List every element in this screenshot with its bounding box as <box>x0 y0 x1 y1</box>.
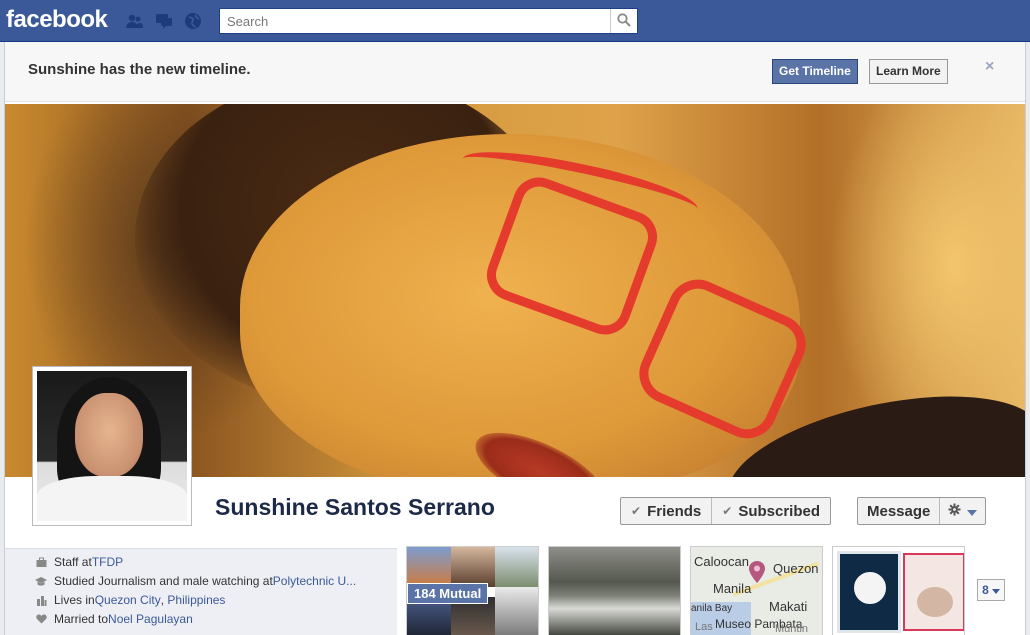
education-link[interactable]: Polytechnic U... <box>273 574 356 588</box>
subscribed-button-label: Subscribed <box>738 502 820 520</box>
map-pin-icon <box>749 561 765 586</box>
map-label-muntin: Muntin <box>775 623 809 635</box>
mutual-friends-count: 184 Mutual <box>407 583 489 604</box>
message-button-group: Message <box>857 497 987 525</box>
map-label-manila: Manila <box>713 581 752 596</box>
more-tiles-button[interactable]: 8 <box>977 579 1005 601</box>
notifications-globe-icon[interactable] <box>183 12 203 30</box>
city-link[interactable]: Quezon City <box>95 593 161 607</box>
messages-jewel-icon[interactable] <box>154 12 174 30</box>
likes-tile[interactable] <box>832 546 965 635</box>
friends-tile[interactable]: 184 Mutual <box>406 546 539 635</box>
work-link[interactable]: TFDP <box>92 555 123 569</box>
search-input[interactable] <box>220 9 610 33</box>
search-icon <box>617 12 631 30</box>
map-label-makati: Makati <box>769 599 808 614</box>
relationship-button-group: ✔ Friends ✔ Subscribed <box>620 497 831 525</box>
map-tile[interactable]: Caloocan Quezon Manila Makati anila Bay … <box>690 546 823 635</box>
location-prefix: Lives in <box>54 593 95 607</box>
message-button[interactable]: Message <box>858 498 939 524</box>
timeline-banner: Sunshine has the new timeline. Get Timel… <box>5 42 1025 102</box>
profile-picture[interactable] <box>32 366 192 526</box>
profile-name[interactable]: Sunshine Santos Serrano <box>215 494 495 521</box>
check-icon: ✔ <box>631 504 642 518</box>
map-label-las: Las <box>695 621 713 633</box>
spouse-link[interactable]: Noel Pagulayan <box>108 612 193 626</box>
map-label-caloocan: Caloocan <box>694 554 749 569</box>
friends-button-label: Friends <box>647 502 702 520</box>
photos-tile[interactable] <box>548 546 681 635</box>
check-icon: ✔ <box>722 504 733 518</box>
chevron-down-icon <box>991 583 1000 597</box>
close-icon[interactable]: × <box>985 58 994 76</box>
map-label-manila-bay: anila Bay <box>691 603 733 614</box>
graduation-icon <box>35 575 47 587</box>
home-icon <box>35 594 47 606</box>
facebook-logo[interactable]: facebook <box>6 6 108 34</box>
search-box <box>219 8 638 34</box>
gear-icon <box>948 503 961 520</box>
country-link[interactable]: Philippines <box>167 593 225 607</box>
work-info: Staff at TFDP <box>35 555 123 569</box>
location-separator: , <box>160 593 168 607</box>
relationship-prefix: Married to <box>54 612 109 626</box>
subscribed-button[interactable]: ✔ Subscribed <box>711 498 830 524</box>
location-info: Lives in Quezon City , Philippines <box>35 593 225 607</box>
chevron-down-icon <box>967 503 978 520</box>
learn-more-button[interactable]: Learn More <box>869 59 948 84</box>
banner-text: Sunshine has the new timeline. <box>28 61 251 78</box>
top-navigation-bar: facebook <box>0 0 1030 42</box>
settings-dropdown-button[interactable] <box>939 498 985 524</box>
map-label-quezon: Quezon <box>773 561 819 576</box>
get-timeline-button[interactable]: Get Timeline <box>772 59 858 84</box>
heart-icon <box>35 613 47 625</box>
friends-jewel-icon[interactable] <box>124 12 144 30</box>
more-tiles-count: 8 <box>982 583 989 597</box>
briefcase-icon <box>35 556 47 568</box>
profile-page: Sunshine has the new timeline. Get Timel… <box>4 42 1026 635</box>
relationship-info: Married to Noel Pagulayan <box>35 612 193 626</box>
friends-button[interactable]: ✔ Friends <box>621 498 711 524</box>
search-button[interactable] <box>610 9 637 33</box>
work-prefix: Staff at <box>54 555 92 569</box>
education-info: Studied Journalism and male watching at … <box>35 574 356 588</box>
education-prefix: Studied Journalism and male watching at <box>54 574 273 588</box>
